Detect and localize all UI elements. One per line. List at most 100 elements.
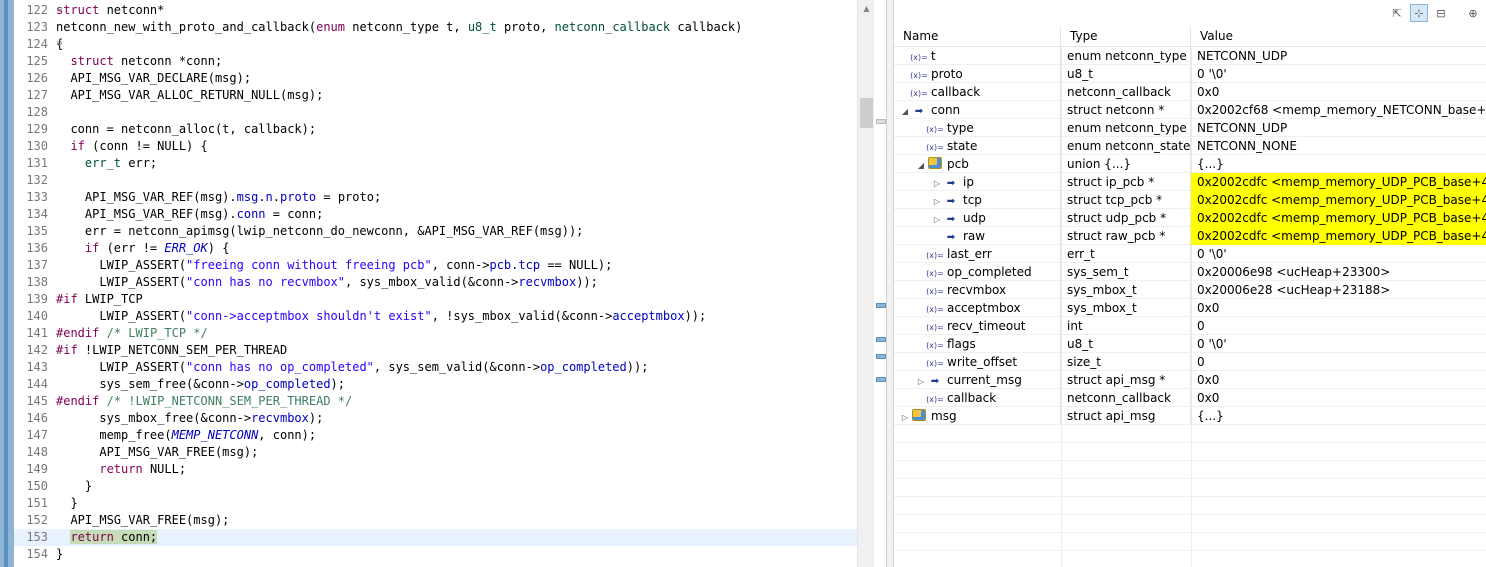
code-line[interactable]: 131 err_t err;	[14, 155, 857, 172]
code-line[interactable]: 154}	[14, 546, 857, 563]
expand-icon[interactable]: ▷	[932, 211, 942, 227]
code-line[interactable]: 140 LWIP_ASSERT("conn->acceptmbox should…	[14, 308, 857, 325]
select-all-icon[interactable]: ⊹	[1410, 4, 1428, 22]
variable-row[interactable]: (x)= acceptmbox sys_mbox_t 0x0	[894, 299, 1486, 317]
variable-value[interactable]: 0x0	[1191, 83, 1486, 101]
variable-value[interactable]: 0 '\0'	[1191, 245, 1486, 263]
column-header-value[interactable]: Value	[1191, 27, 1486, 46]
expand-icon[interactable]: ▷	[932, 175, 942, 191]
column-header-type[interactable]: Type	[1061, 27, 1191, 46]
code-line[interactable]: 149 return NULL;	[14, 461, 857, 478]
code-line[interactable]: 129 conn = netconn_alloc(t, callback);	[14, 121, 857, 138]
code-line[interactable]: 144 sys_sem_free(&conn->op_completed);	[14, 376, 857, 393]
code-line[interactable]: 122 ⊖ struct netconn*	[14, 2, 857, 19]
variable-row[interactable]: (x)= write_offset size_t 0	[894, 353, 1486, 371]
code-line[interactable]: 147 memp_free(MEMP_NETCONN, conn);	[14, 427, 857, 444]
scroll-up-icon[interactable]: ▲	[858, 0, 875, 17]
variable-row[interactable]: (x)= state enum netconn_state NETCONN_NONE	[894, 137, 1486, 155]
variable-row[interactable]: (x)= last_err err_t 0 '\0'	[894, 245, 1486, 263]
variable-value[interactable]: 0	[1191, 353, 1486, 371]
fold-icon[interactable]: ⊖	[57, 2, 62, 19]
code-line[interactable]: 145 #endif /* !LWIP_NETCONN_SEM_PER_THREA…	[14, 393, 857, 410]
pane-splitter[interactable]	[886, 0, 894, 567]
code-line[interactable]: 146 sys_mbox_free(&conn->recvmbox);	[14, 410, 857, 427]
show-type-names-icon[interactable]: ⇱	[1388, 4, 1406, 22]
variable-value[interactable]: 0 '\0'	[1191, 65, 1486, 83]
column-header-name[interactable]: Name	[894, 27, 1061, 46]
collapse-icon[interactable]: ◢	[916, 157, 926, 173]
code-line[interactable]: 150 }	[14, 478, 857, 495]
expand-icon[interactable]: ▷	[900, 409, 910, 425]
overview-ruler[interactable]	[874, 0, 886, 567]
code-line[interactable]: 124 ⊖{	[14, 36, 857, 53]
variable-row[interactable]: (x)= recvmbox sys_mbox_t 0x20006e28 <ucHeap…	[894, 281, 1486, 299]
code-line[interactable]: 152 API_MSG_VAR_FREE(msg);	[14, 512, 857, 529]
code-line[interactable]: 133 API_MSG_VAR_REF(msg).msg.n.proto = p…	[14, 189, 857, 206]
code-line[interactable]: 153 return conn;	[14, 529, 857, 546]
variable-value[interactable]: {...}	[1191, 407, 1486, 425]
variable-row[interactable]: ➡ raw struct raw_pcb * 0x2002cdfc <memp_mem…	[894, 227, 1486, 245]
variable-value[interactable]: NETCONN_UDP	[1191, 47, 1486, 65]
overview-mark[interactable]	[876, 377, 886, 382]
code-line[interactable]: 139 #if LWIP_TCP	[14, 291, 857, 308]
variable-row[interactable]: ◢ pcb union {...} {...}	[894, 155, 1486, 173]
variable-value[interactable]: 0x0	[1191, 389, 1486, 407]
variable-row[interactable]: (x)= proto u8_t 0 '\0'	[894, 65, 1486, 83]
variable-row[interactable]: ◢ ➡ conn struct netconn * 0x2002cf68 <memp_m…	[894, 101, 1486, 119]
editor-vertical-scrollbar[interactable]: ▲	[857, 0, 875, 567]
add-watch-icon[interactable]: ⊕	[1464, 4, 1482, 22]
code-line[interactable]: 128	[14, 104, 857, 121]
expand-icon[interactable]: ▷	[932, 193, 942, 209]
code-line[interactable]: 134 API_MSG_VAR_REF(msg).conn = conn;	[14, 206, 857, 223]
overview-mark[interactable]	[876, 303, 886, 308]
variable-value[interactable]: 0	[1191, 317, 1486, 335]
code-line[interactable]: 137 LWIP_ASSERT("freeing conn without fr…	[14, 257, 857, 274]
code-line[interactable]: 123 netconn_new_with_proto_and_callback(e…	[14, 19, 857, 36]
overview-mark[interactable]	[876, 354, 886, 359]
code-line[interactable]: 142 #if !LWIP_NETCONN_SEM_PER_THREAD	[14, 342, 857, 359]
variable-row[interactable]: ▷ ➡ tcp struct tcp_pcb * 0x2002cdfc <memp_me…	[894, 191, 1486, 209]
variable-value[interactable]: 0x0	[1191, 299, 1486, 317]
variable-row[interactable]: ▷ ➡ udp struct udp_pcb * 0x2002cdfc <memp_me…	[894, 209, 1486, 227]
overview-mark[interactable]	[876, 337, 886, 342]
variable-value[interactable]: 0x0	[1191, 371, 1486, 389]
variable-row[interactable]: ▷ msg struct api_msg {...}	[894, 407, 1486, 425]
code-line[interactable]: 130 if (conn != NULL) {	[14, 138, 857, 155]
code-line[interactable]: 143 LWIP_ASSERT("conn has no op_complete…	[14, 359, 857, 376]
fold-icon[interactable]: ⊖	[57, 36, 62, 53]
variable-value[interactable]: 0x20006e98 <ucHeap+23300>	[1191, 263, 1486, 281]
variable-value[interactable]: 0x2002cdfc <memp_memory_UDP_PCB_base+416…	[1191, 173, 1486, 191]
variable-row[interactable]: (x)= recv_timeout int 0	[894, 317, 1486, 335]
variable-value[interactable]: {...}	[1191, 155, 1486, 173]
variable-value[interactable]: 0x2002cdfc <memp_memory_UDP_PCB_base+416…	[1191, 191, 1486, 209]
variable-value[interactable]: 0x2002cf68 <memp_memory_NETCONN_base+264…	[1191, 101, 1486, 119]
variable-value[interactable]: NETCONN_UDP	[1191, 119, 1486, 137]
code-line[interactable]: 135 err = netconn_apimsg(lwip_netconn_do…	[14, 223, 857, 240]
variable-value[interactable]: NETCONN_NONE	[1191, 137, 1486, 155]
overview-mark[interactable]	[876, 119, 886, 124]
variable-row[interactable]: (x)= op_completed sys_sem_t 0x20006e98 <ucH…	[894, 263, 1486, 281]
code-line[interactable]: 141 #endif /* LWIP_TCP */	[14, 325, 857, 342]
variable-row[interactable]: ▷ ➡ ip struct ip_pcb * 0x2002cdfc <memp_memo…	[894, 173, 1486, 191]
code-editor[interactable]: 122 ⊖ struct netconn* 123 netconn_new_with_p…	[0, 0, 886, 567]
variable-row[interactable]: (x)= t enum netconn_type NETCONN_UDP	[894, 47, 1486, 65]
expand-icon[interactable]: ▷	[916, 373, 926, 389]
variable-value[interactable]: 0x20006e28 <ucHeap+23188>	[1191, 281, 1486, 299]
code-line[interactable]: 136 if (err != ERR_OK) {	[14, 240, 857, 257]
variable-row[interactable]: (x)= callback netconn_callback 0x0	[894, 83, 1486, 101]
code-line[interactable]: 138 LWIP_ASSERT("conn has no recvmbox", …	[14, 274, 857, 291]
scrollbar-thumb[interactable]	[860, 98, 873, 128]
variable-row[interactable]: (x)= flags u8_t 0 '\0'	[894, 335, 1486, 353]
code-line[interactable]: 151 }	[14, 495, 857, 512]
variable-value[interactable]: 0 '\0'	[1191, 335, 1486, 353]
collapse-all-icon[interactable]: ⊟	[1432, 4, 1450, 22]
variable-row[interactable]: ▷ ➡ current_msg struct api_msg * 0x0	[894, 371, 1486, 389]
variable-value[interactable]: 0x2002cdfc <memp_memory_UDP_PCB_base+416…	[1191, 227, 1486, 245]
variable-row[interactable]: (x)= callback netconn_callback 0x0	[894, 389, 1486, 407]
variable-row[interactable]: (x)= type enum netconn_type NETCONN_UDP	[894, 119, 1486, 137]
code-line[interactable]: 125 struct netconn *conn;	[14, 53, 857, 70]
code-line[interactable]: 126 API_MSG_VAR_DECLARE(msg);	[14, 70, 857, 87]
collapse-icon[interactable]: ◢	[900, 103, 910, 119]
code-line[interactable]: 132	[14, 172, 857, 189]
code-line[interactable]: 148 API_MSG_VAR_FREE(msg);	[14, 444, 857, 461]
